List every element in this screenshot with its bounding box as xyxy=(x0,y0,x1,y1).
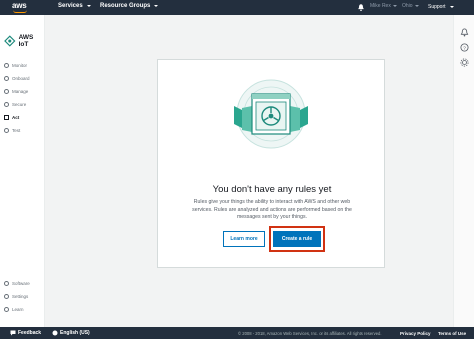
sidebar-item-onboard[interactable]: Onboard xyxy=(4,76,30,81)
monitor-icon xyxy=(4,63,9,68)
sidebar-item-learn[interactable]: Learn xyxy=(4,307,24,312)
aws-iot-brand[interactable]: AWS IoT xyxy=(4,34,44,48)
chevron-down-icon xyxy=(86,5,91,7)
sidebar-item-act[interactable]: Act xyxy=(4,115,19,120)
sidebar-item-label: Test xyxy=(12,128,21,133)
chevron-down-icon xyxy=(392,5,397,7)
resource-groups-label: Resource Groups xyxy=(100,3,151,9)
copyright-text: © 2008 - 2018, Amazon Web Services, Inc.… xyxy=(238,330,382,336)
region-menu[interactable]: Ohio xyxy=(402,3,419,9)
empty-state-description: Rules give your things the ability to in… xyxy=(192,199,352,220)
chevron-down-icon xyxy=(154,5,159,7)
region-label: Ohio xyxy=(402,3,413,9)
help-icon[interactable]: ? xyxy=(460,43,469,52)
sidebar-item-label: Secure xyxy=(12,102,27,107)
feedback-link[interactable]: Feedback xyxy=(10,330,41,336)
sidebar-item-label: Learn xyxy=(12,307,24,312)
learn-more-button[interactable]: Learn more xyxy=(223,231,265,247)
settings-gear-icon[interactable] xyxy=(460,58,469,67)
sidebar-item-test[interactable]: Test xyxy=(4,128,20,133)
feedback-label: Feedback xyxy=(18,330,42,336)
empty-state-title: You don't have any rules yet xyxy=(212,184,332,195)
sidebar-item-label: Onboard xyxy=(12,76,30,81)
support-menu[interactable]: Support xyxy=(428,4,454,10)
right-utility-rail: ? xyxy=(453,15,474,327)
resource-groups-menu[interactable]: Resource Groups xyxy=(100,3,159,9)
sidebar-item-label: Settings xyxy=(12,294,29,299)
sidebar-item-label: Act xyxy=(12,115,20,120)
sidebar-item-manage[interactable]: Manage xyxy=(4,89,28,94)
services-label: Services xyxy=(58,3,83,9)
svg-text:?: ? xyxy=(463,45,466,51)
sidebar-item-label: Manage xyxy=(12,89,29,94)
chevron-down-icon xyxy=(449,6,454,8)
aws-logo-text: aws xyxy=(12,1,27,10)
bell-icon[interactable] xyxy=(357,3,365,12)
privacy-policy-link[interactable]: Privacy Policy xyxy=(400,331,431,336)
sidebar-item-monitor[interactable]: Monitor xyxy=(4,63,27,68)
account-menu[interactable]: Mike Rex xyxy=(370,3,397,9)
lock-icon xyxy=(4,102,9,107)
account-label: Mike Rex xyxy=(370,3,391,9)
globe-icon xyxy=(52,330,58,336)
top-navigation-bar: aws Services Resource Groups Mike Rex Oh… xyxy=(0,0,474,15)
software-icon xyxy=(4,281,9,286)
onboard-icon xyxy=(4,76,9,81)
brand-label: AWS IoT xyxy=(18,34,34,48)
test-icon xyxy=(4,128,9,133)
sidebar-item-secure[interactable]: Secure xyxy=(4,102,26,107)
support-label: Support xyxy=(428,4,446,10)
sidebar-item-label: Software xyxy=(12,281,30,286)
act-icon xyxy=(4,115,9,120)
aws-logo[interactable]: aws xyxy=(10,1,34,13)
rules-illustration-icon xyxy=(234,79,308,149)
sidebar-item-software[interactable]: Software xyxy=(4,281,30,286)
aws-smile-icon xyxy=(13,10,27,13)
iot-logo-icon xyxy=(4,35,16,47)
language-selector[interactable]: English (US) xyxy=(52,330,90,336)
create-rule-button[interactable]: Create a rule xyxy=(273,231,321,247)
manage-icon xyxy=(4,89,9,94)
sidebar-item-settings[interactable]: Settings xyxy=(4,294,28,299)
empty-rules-card: You don't have any rules yet Rules give … xyxy=(157,59,385,268)
footer-bar: Feedback English (US) © 2008 - 2018, Ama… xyxy=(0,327,474,339)
gear-icon xyxy=(4,294,9,299)
terms-of-use-link[interactable]: Terms of Use xyxy=(438,331,466,336)
sidebar-item-label: Monitor xyxy=(12,63,28,68)
notifications-bell-icon[interactable] xyxy=(460,28,469,37)
learn-icon xyxy=(4,307,9,312)
language-label: English (US) xyxy=(60,330,90,336)
feedback-chat-icon xyxy=(10,330,16,336)
sidebar: AWS IoT Monitor Onboard Manage Secure Ac… xyxy=(0,15,45,327)
chevron-down-icon xyxy=(414,5,419,7)
services-menu[interactable]: Services xyxy=(58,3,91,9)
